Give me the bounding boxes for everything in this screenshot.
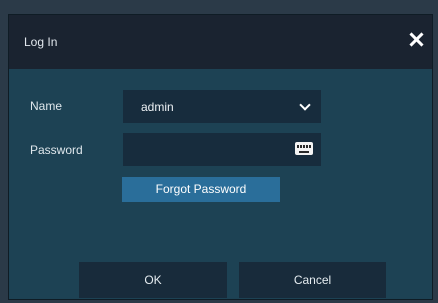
name-select[interactable]: admin bbox=[123, 90, 321, 123]
dialog-title: Log In bbox=[24, 35, 58, 49]
password-label: Password bbox=[30, 143, 83, 157]
name-label: Name bbox=[30, 99, 63, 113]
name-value: admin bbox=[141, 100, 174, 114]
ok-button[interactable]: OK bbox=[79, 262, 227, 298]
forgot-password-button[interactable]: Forgot Password bbox=[122, 177, 280, 202]
keyboard-keys bbox=[297, 145, 311, 148]
keyboard-spacebar bbox=[299, 151, 309, 153]
cancel-button[interactable]: Cancel bbox=[239, 262, 386, 298]
password-field[interactable] bbox=[123, 133, 321, 166]
login-dialog: Log In Name admin Password Forgot Passwo… bbox=[8, 14, 433, 300]
dialog-titlebar: Log In bbox=[9, 15, 432, 69]
chevron-down-icon[interactable] bbox=[299, 99, 311, 111]
close-icon[interactable] bbox=[406, 29, 426, 49]
keyboard-icon[interactable] bbox=[295, 142, 313, 155]
